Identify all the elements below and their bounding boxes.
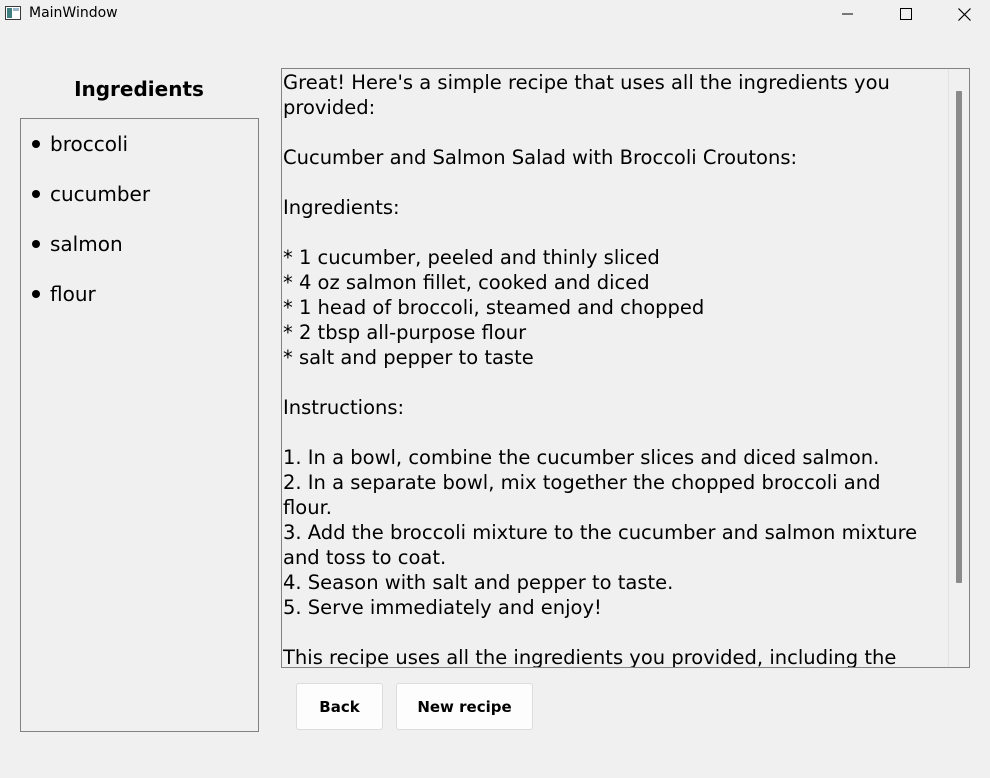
- list-item-label: salmon: [50, 232, 123, 256]
- recipe-text-area[interactable]: Great! Here's a simple recipe that uses …: [281, 68, 970, 668]
- list-item-label: broccoli: [50, 132, 129, 156]
- close-icon: [957, 7, 971, 21]
- bullet-icon: [32, 190, 40, 198]
- bullet-icon: [32, 240, 40, 248]
- window-title: MainWindow: [29, 5, 118, 21]
- list-item-label: cucumber: [50, 182, 151, 206]
- list-item-broccoli[interactable]: broccoli: [32, 132, 128, 156]
- vertical-scrollbar[interactable]: [948, 69, 969, 667]
- list-item-salmon[interactable]: salmon: [32, 232, 123, 256]
- recipe-text: Great! Here's a simple recipe that uses …: [283, 71, 918, 668]
- maximize-button[interactable]: [878, 0, 934, 28]
- bullet-icon: [32, 290, 40, 298]
- back-button[interactable]: Back: [296, 683, 383, 730]
- app-icon: [5, 6, 21, 20]
- close-button[interactable]: [936, 0, 990, 28]
- bullet-icon: [32, 140, 40, 148]
- title-bar: MainWindow: [0, 0, 990, 28]
- scrollbar-thumb[interactable]: [956, 91, 962, 583]
- list-item-cucumber[interactable]: cucumber: [32, 182, 150, 206]
- minimize-icon: [842, 13, 853, 15]
- list-item-label: flour: [50, 282, 96, 306]
- ingredients-list[interactable]: broccoli cucumber salmon flour: [20, 118, 259, 732]
- maximize-icon: [900, 8, 912, 20]
- ingredients-heading: Ingredients: [74, 77, 204, 101]
- list-item-flour[interactable]: flour: [32, 282, 96, 306]
- new-recipe-button[interactable]: New recipe: [396, 683, 533, 730]
- minimize-button[interactable]: [820, 0, 876, 28]
